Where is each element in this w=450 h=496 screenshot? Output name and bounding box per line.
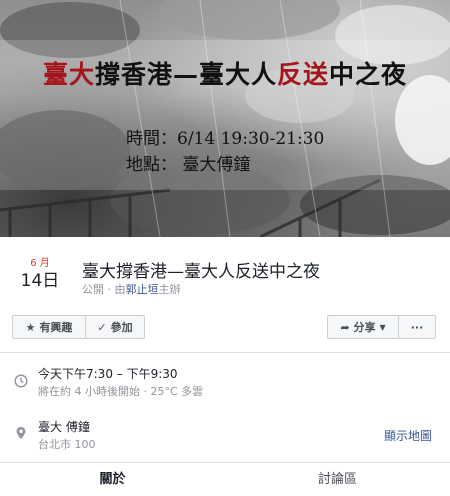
check-icon: ✓ [97,320,107,334]
cover-title-red-1: 臺大 [42,60,95,89]
divider [0,352,450,353]
cover-info: 時間：6/14 19:30-21:30 地點： 臺大傅鐘 [126,126,324,178]
share-button[interactable]: ➦ 分享 ▼ [327,315,399,339]
share-arrow-icon: ➦ [340,320,350,334]
going-label: 參加 [110,321,133,334]
time-weather: 將在約 4 小時後開始 · 25°C 多雲 [38,385,204,398]
map-pin-icon [16,427,26,439]
event-tabs: 關於 討論區 [0,462,450,496]
date-day: 14日 [20,271,60,291]
more-label: ··· [410,320,424,334]
more-options-button[interactable]: ··· [398,315,436,339]
date-badge: 6 月 14日 [18,257,62,292]
show-map-link[interactable]: 顯示地圖 [384,427,432,444]
cover-title: 臺大撐香港—臺大人反送中之夜 [0,55,450,91]
cover-title-mid: 撐香港—臺大人 [94,60,277,89]
host-suffix: 主辦 [158,283,181,296]
privacy-label: 公開 [82,283,104,296]
clock-icon [14,374,28,388]
star-icon: ★ [25,320,36,334]
date-month: 6 月 [30,258,50,269]
event-header: 6 月 14日 臺大撐香港—臺大人反送中之夜 公開 · 由郭止垣主辦 [0,237,450,298]
chevron-down-icon: ▼ [379,322,386,332]
location-detail: 臺大 傅鐘 台北市 100 顯示地圖 [0,416,450,460]
interested-label: 有興趣 [39,321,73,334]
host-prefix: · 由 [104,283,126,296]
cover-time: 時間：6/14 19:30-21:30 [126,129,325,149]
share-label: 分享 [353,321,376,334]
time-range: 今天下午7:30 – 下午9:30 [38,367,178,381]
cover-title-red-2: 反送 [277,60,330,89]
host-link[interactable]: 郭止垣 [126,283,159,296]
cover-place: 地點： 臺大傅鐘 [126,155,251,175]
tab-about[interactable]: 關於 [0,463,225,496]
cover-title-end: 中之夜 [329,60,408,89]
tab-discussion[interactable]: 討論區 [225,463,450,496]
location-name[interactable]: 臺大 傅鐘 [38,418,90,435]
cover-photo[interactable]: 臺大撐香港—臺大人反送中之夜 時間：6/14 19:30-21:30 地點： 臺… [0,0,450,237]
cover-photo-background [0,0,450,237]
event-subtitle: 公開 · 由郭止垣主辦 [82,281,181,297]
interested-button[interactable]: ★ 有興趣 [12,315,86,339]
time-detail: 今天下午7:30 – 下午9:30 將在約 4 小時後開始 · 25°C 多雲 [0,362,450,406]
event-title: 臺大撐香港—臺大人反送中之夜 [82,262,320,282]
event-page: 臺大撐香港—臺大人反送中之夜 時間：6/14 19:30-21:30 地點： 臺… [0,0,450,496]
location-address: 台北市 100 [38,438,96,451]
going-button[interactable]: ✓ 參加 [85,315,145,339]
